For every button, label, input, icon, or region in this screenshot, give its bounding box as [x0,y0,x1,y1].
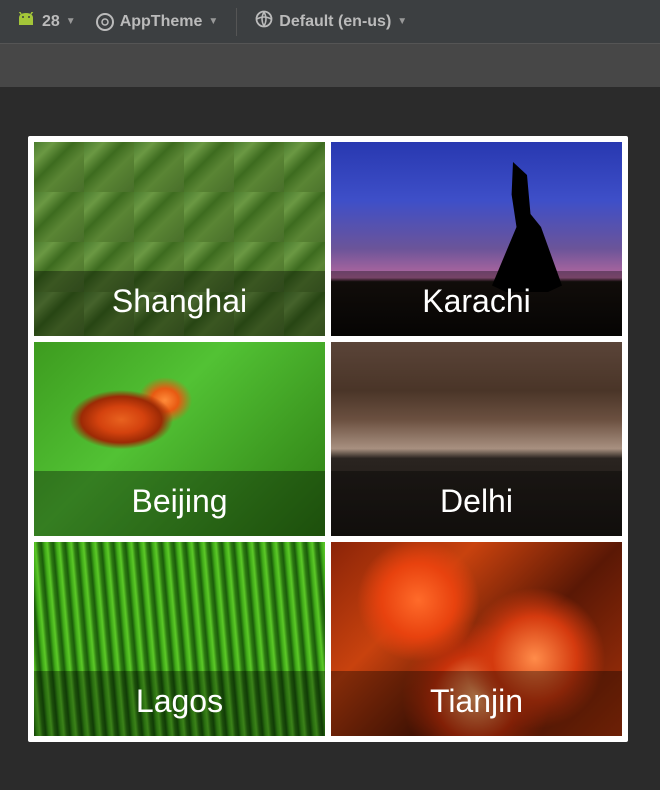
api-level-dropdown[interactable]: 28 ▼ [8,8,84,35]
grid-item-beijing[interactable]: Beijing [34,342,325,536]
grid-item-label-bar: Delhi [331,471,622,536]
locale-label: Default (en-us) [279,13,391,31]
globe-icon [255,10,273,33]
secondary-toolbar [0,44,660,88]
chevron-down-icon: ▼ [66,16,76,27]
theme-dropdown[interactable]: AppTheme ▼ [88,9,227,35]
theme-icon [96,13,114,31]
toolbar-separator [236,8,237,36]
grid-item-label-bar: Beijing [34,471,325,536]
grid-item-shanghai[interactable]: Shanghai [34,142,325,336]
grid-item-label-bar: Lagos [34,671,325,736]
chevron-down-icon: ▼ [397,16,407,27]
grid-item-lagos[interactable]: Lagos [34,542,325,736]
grid-item-label: Shanghai [112,283,247,319]
grid-item-label: Tianjin [430,683,523,719]
grid-item-karachi[interactable]: Karachi [331,142,622,336]
design-canvas: Shanghai Karachi Beijing Delhi [0,88,660,790]
grid-item-label-bar: Shanghai [34,271,325,336]
android-icon [16,12,36,31]
device-preview-frame: Shanghai Karachi Beijing Delhi [28,136,628,742]
grid-item-label: Karachi [422,283,531,319]
grid-item-label-bar: Tianjin [331,671,622,736]
api-level-value: 28 [42,13,60,31]
grid-item-tianjin[interactable]: Tianjin [331,542,622,736]
theme-label: AppTheme [120,13,203,31]
locale-dropdown[interactable]: Default (en-us) ▼ [247,6,415,37]
grid-item-label-bar: Karachi [331,271,622,336]
grid-item-label: Beijing [131,483,227,519]
grid-item-label: Delhi [440,483,513,519]
city-grid: Shanghai Karachi Beijing Delhi [34,142,622,736]
chevron-down-icon: ▼ [208,16,218,27]
top-toolbar: 28 ▼ AppTheme ▼ Default (en-us) ▼ [0,0,660,44]
grid-item-delhi[interactable]: Delhi [331,342,622,536]
grid-item-label: Lagos [136,683,223,719]
